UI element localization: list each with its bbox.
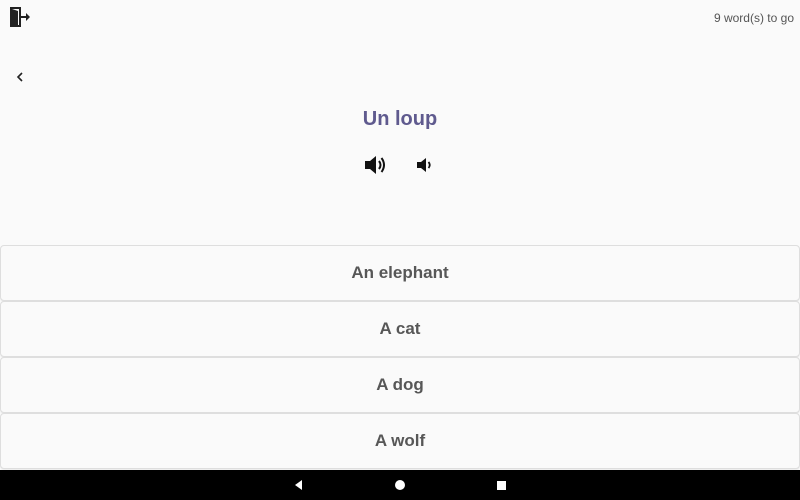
system-nav-bar xyxy=(0,470,800,500)
recents-square-icon xyxy=(497,481,506,490)
system-home-button[interactable] xyxy=(392,477,408,493)
speaker-icon xyxy=(365,156,385,174)
system-back-button[interactable] xyxy=(291,477,307,493)
question-word: Un loup xyxy=(362,108,438,130)
exit-button[interactable] xyxy=(8,6,32,28)
chevron-left-icon xyxy=(16,72,23,82)
answer-options: An elephant A cat A dog A wolf xyxy=(0,245,800,469)
play-slow-audio-button[interactable] xyxy=(414,152,434,178)
answer-option[interactable]: A wolf xyxy=(0,413,800,469)
back-triangle-icon xyxy=(295,480,302,490)
back-button[interactable] xyxy=(12,68,30,86)
speaker-slow-icon xyxy=(417,158,431,172)
system-recents-button[interactable] xyxy=(493,477,509,493)
exit-door-icon xyxy=(10,7,30,27)
play-audio-button[interactable] xyxy=(362,152,388,178)
audio-controls xyxy=(0,152,800,178)
words-remaining-label: 9 word(s) to go xyxy=(713,11,794,25)
answer-option[interactable]: An elephant xyxy=(0,245,800,301)
quiz-screen: 9 word(s) to go Un loup An elephant A ca… xyxy=(0,0,800,500)
home-circle-icon xyxy=(395,480,405,490)
answer-option[interactable]: A cat xyxy=(0,301,800,357)
answer-option[interactable]: A dog xyxy=(0,357,800,413)
